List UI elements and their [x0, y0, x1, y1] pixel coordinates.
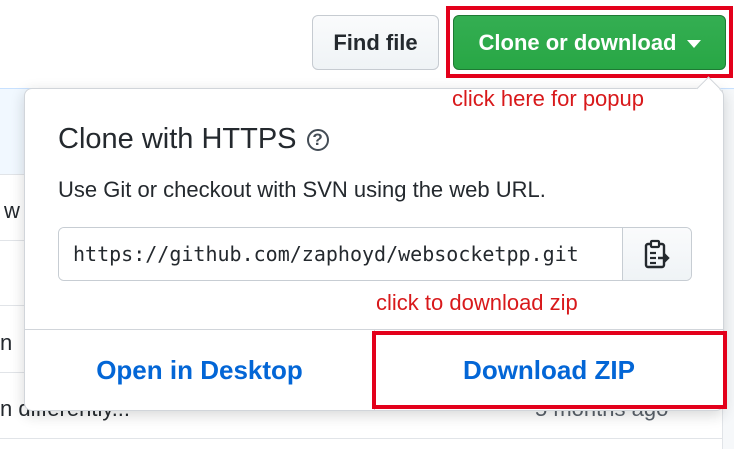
row-divider — [0, 438, 734, 439]
clipboard-icon — [644, 239, 670, 269]
clone-url-input[interactable] — [59, 228, 622, 280]
popup-title-text: Clone with HTTPS — [58, 123, 297, 155]
commit-text-fragment: w — [4, 198, 20, 223]
annotation-box-clone — [446, 6, 733, 78]
open-in-desktop-link[interactable]: Open in Desktop — [25, 344, 374, 396]
annotation-popup-note: click here for popup — [452, 86, 644, 111]
find-file-button[interactable]: Find file — [312, 15, 439, 70]
question-circle-icon[interactable]: ? — [306, 128, 329, 151]
commit-text-fragment: n — [0, 330, 13, 355]
copy-url-button[interactable] — [622, 228, 691, 280]
popup-description: Use Git or checkout with SVN using the w… — [58, 177, 546, 202]
clone-url-group — [58, 227, 692, 281]
popup-title: Clone with HTTPS ? — [58, 123, 329, 156]
annotation-box-zip — [372, 331, 727, 409]
annotation-zip-note: click to download zip — [376, 290, 578, 315]
